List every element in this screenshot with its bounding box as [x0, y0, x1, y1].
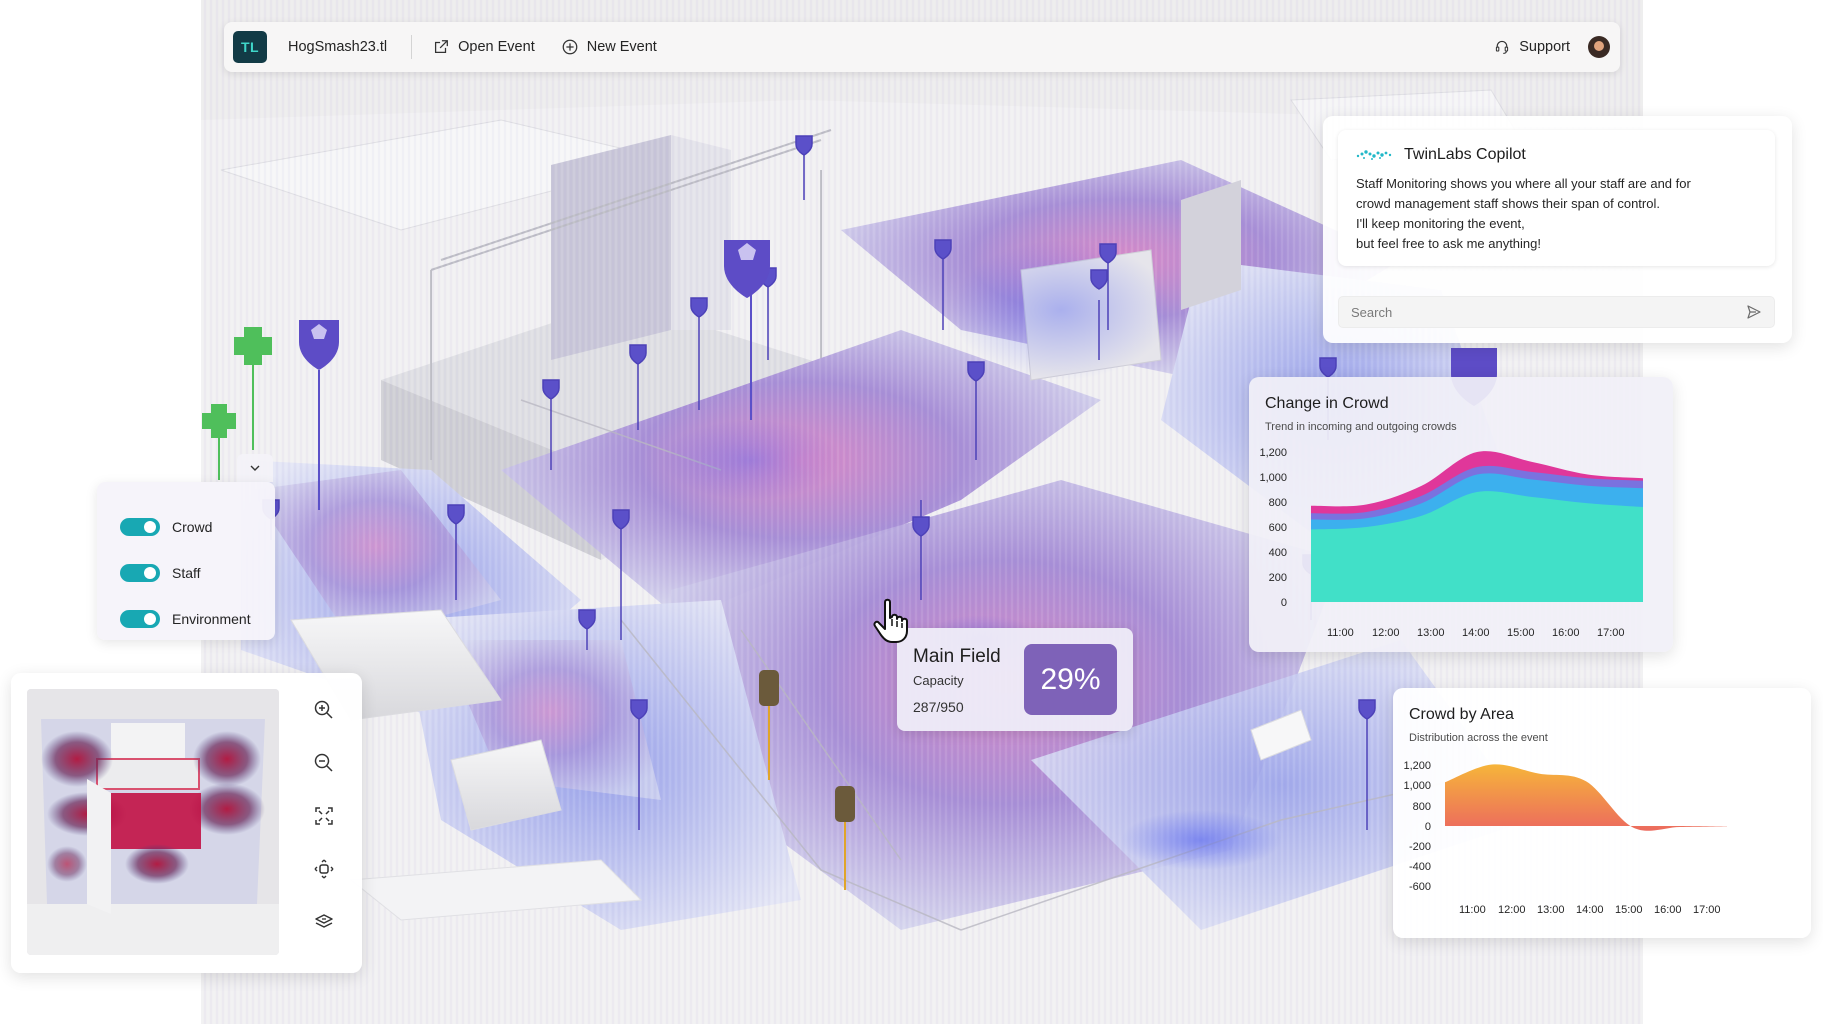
open-event-label: Open Event	[458, 39, 535, 55]
app-logo[interactable]: TL	[233, 31, 267, 63]
layer-label: Environment	[172, 611, 251, 627]
capacity-percent-badge: 29%	[1024, 644, 1117, 715]
chart-subtitle: Trend in incoming and outgoing crowds	[1265, 421, 1457, 433]
layers-3d-button[interactable]	[309, 907, 339, 937]
minimap-heatmap	[27, 689, 279, 955]
app-header: TL HogSmash23.tl Open Event New Event Su…	[224, 22, 1620, 72]
change-in-crowd-plot: 0 200 400 600 800 1,000 1,200 11:00 12:00 13:00 14…	[1259, 447, 1643, 639]
minimap[interactable]	[27, 689, 279, 955]
area-title: Main Field	[913, 646, 1001, 667]
copilot-panel: TwinLabs Copilot Staff Monitoring shows …	[1323, 116, 1792, 343]
x-tick-label: 11:00	[1459, 904, 1486, 916]
layer-label: Staff	[172, 565, 201, 581]
capacity-count: 287/950	[913, 699, 964, 715]
copilot-search-input[interactable]	[1351, 304, 1746, 320]
x-tick-label: 16:00	[1654, 904, 1682, 916]
y-tick-label: 800	[1269, 497, 1287, 509]
y-tick-label: 0	[1425, 821, 1431, 833]
zoom-in-icon	[314, 700, 333, 719]
file-name[interactable]: HogSmash23.tl	[288, 39, 387, 55]
copilot-message: Staff Monitoring shows you where all you…	[1356, 174, 1757, 254]
x-tick-label: 17:00	[1693, 904, 1721, 916]
toggle-knob	[144, 567, 156, 579]
y-tick-label: 800	[1413, 801, 1431, 813]
toggle-knob	[144, 521, 156, 533]
chart-title: Change in Crowd	[1265, 395, 1389, 412]
y-tick-label: 400	[1269, 547, 1287, 559]
crowd-by-area-plot: -600 -400 -200 0 800 1,000 1,200 11:00 12:00 13:0…	[1403, 760, 1727, 916]
open-event-button[interactable]: Open Event	[432, 38, 535, 56]
y-tick-label: 600	[1269, 522, 1287, 534]
x-tick-label: 15:00	[1507, 627, 1535, 639]
zoom-out-icon	[314, 753, 333, 772]
x-tick-label: 14:00	[1462, 627, 1490, 639]
support-button[interactable]: Support	[1494, 39, 1570, 55]
copilot-search-box	[1338, 296, 1775, 328]
y-tick-label: -200	[1409, 841, 1431, 853]
y-tick-label: 1,200	[1403, 760, 1431, 772]
fullscreen-icon	[315, 807, 333, 825]
copilot-title: TwinLabs Copilot	[1404, 146, 1526, 163]
zoom-in-button[interactable]	[309, 695, 339, 725]
area-series	[1445, 764, 1727, 831]
layer-row-crowd[interactable]: Crowd	[97, 504, 275, 550]
layer-row-environment[interactable]: Environment	[97, 596, 275, 642]
x-tick-label: 13:00	[1537, 904, 1565, 916]
chart-subtitle: Distribution across the event	[1409, 732, 1548, 744]
copilot-message-line: crowd management staff shows their span …	[1356, 196, 1660, 211]
y-tick-label: -600	[1409, 881, 1431, 893]
user-avatar[interactable]	[1588, 36, 1610, 58]
fullscreen-button[interactable]	[309, 801, 339, 831]
y-tick-label: 1,200	[1259, 447, 1287, 459]
toggle-knob	[144, 613, 156, 625]
crowd-toggle[interactable]	[120, 518, 160, 536]
copilot-message-line: I'll keep monitoring the event,	[1356, 216, 1525, 231]
staff-toggle[interactable]	[120, 564, 160, 582]
rotate-view-icon	[314, 859, 334, 879]
chevron-down-icon	[250, 465, 260, 471]
y-tick-label: 1,000	[1259, 472, 1287, 484]
environment-toggle[interactable]	[120, 610, 160, 628]
x-tick-label: 11:00	[1327, 627, 1354, 639]
zoom-out-button[interactable]	[309, 748, 339, 778]
add-circle-icon	[562, 39, 578, 55]
x-tick-label: 16:00	[1552, 627, 1580, 639]
rotate-view-button[interactable]	[309, 854, 339, 884]
send-icon[interactable]	[1746, 304, 1762, 320]
y-tick-label: 200	[1269, 572, 1287, 584]
external-link-icon	[435, 40, 449, 54]
support-label: Support	[1519, 39, 1570, 55]
layer-label: Crowd	[172, 519, 213, 535]
capacity-label: Capacity	[913, 673, 964, 688]
headset-icon	[1496, 40, 1509, 54]
minimap-panel	[11, 673, 362, 973]
crowd-by-area-chart[interactable]: -600 -400 -200 0 800 1,000 1,200 11:00 12:00 13:0…	[1393, 688, 1811, 938]
x-tick-label: 13:00	[1417, 627, 1445, 639]
copilot-message-line: but feel free to ask me anything!	[1356, 236, 1541, 251]
x-tick-label: 14:00	[1576, 904, 1604, 916]
header-divider	[411, 35, 413, 59]
x-tick-label: 12:00	[1498, 904, 1526, 916]
layers-collapse-button[interactable]	[237, 454, 273, 482]
x-tick-label: 12:00	[1372, 627, 1400, 639]
y-tick-label: 1,000	[1403, 780, 1431, 792]
y-tick-label: 0	[1281, 597, 1287, 609]
copilot-message-card: TwinLabs Copilot Staff Monitoring shows …	[1338, 130, 1775, 266]
change-in-crowd-chart[interactable]: 0 200 400 600 800 1,000 1,200 11:00 12:00 13:00 14…	[1249, 377, 1673, 652]
copilot-logo-icon	[1356, 150, 1392, 160]
layers-panel: Crowd Staff Environment	[97, 482, 275, 640]
copilot-message-line: Staff Monitoring shows you where all you…	[1356, 176, 1691, 191]
chart-title: Crowd by Area	[1409, 706, 1514, 723]
layers-3d-icon	[315, 914, 333, 928]
hand-pointer-icon	[873, 598, 908, 643]
map-toolbar	[309, 695, 339, 960]
main-field-callout[interactable]: Main Field Capacity 287/950 29%	[897, 628, 1133, 731]
x-tick-label: 17:00	[1597, 627, 1625, 639]
x-tick-label: 15:00	[1615, 904, 1643, 916]
y-tick-label: -400	[1409, 861, 1431, 873]
new-event-label: New Event	[586, 39, 657, 55]
layer-row-staff[interactable]: Staff	[97, 550, 275, 596]
new-event-button[interactable]: New Event	[561, 38, 657, 56]
